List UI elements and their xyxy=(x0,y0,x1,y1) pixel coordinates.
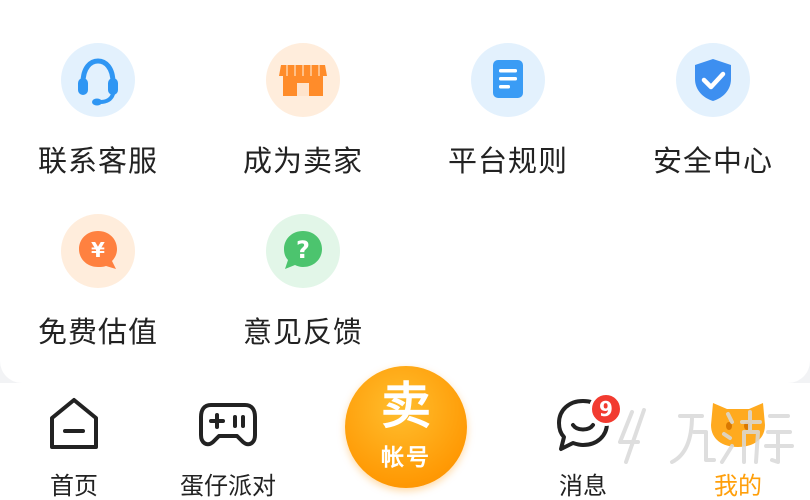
yuan-symbol: ¥ xyxy=(91,238,105,262)
headset-icon xyxy=(61,43,135,117)
tab-label: 首页 xyxy=(50,472,98,500)
service-label: 平台规则 xyxy=(447,144,568,178)
service-label: 成为卖家 xyxy=(242,144,363,178)
chat-bubble-icon xyxy=(518,395,648,455)
tab-eggy-party[interactable]: 蛋仔派对 xyxy=(163,383,293,500)
gamepad-icon xyxy=(163,395,293,455)
question-symbol: ? xyxy=(296,236,310,264)
cat-avatar-icon xyxy=(673,395,803,455)
unread-badge: 9 xyxy=(589,392,623,426)
tab-mine[interactable]: 我的 xyxy=(673,383,803,500)
service-label: 免费估值 xyxy=(37,315,158,349)
tab-label: 消息 xyxy=(559,472,607,500)
question-bubble-icon: ? xyxy=(266,214,340,288)
service-label: 安全中心 xyxy=(652,144,773,178)
service-label: 意见反馈 xyxy=(242,315,363,349)
tab-messages[interactable]: 消息 xyxy=(518,383,648,500)
home-icon xyxy=(9,395,139,455)
service-label: 联系客服 xyxy=(37,144,158,178)
tab-label: 我的 xyxy=(714,472,762,500)
yuan-bubble-icon: ¥ xyxy=(61,214,135,288)
service-free-valuation[interactable]: ¥ 免费估值 xyxy=(13,214,183,351)
service-contact-support[interactable]: 联系客服 xyxy=(13,43,183,180)
tab-home[interactable]: 首页 xyxy=(9,383,139,500)
shield-check-icon xyxy=(676,43,750,117)
store-icon xyxy=(266,43,340,117)
services-card: 联系客服 成为卖家 平台规则 安全中心 ¥ 免费估值 ? 意见反馈 xyxy=(0,0,810,383)
service-security-center[interactable]: 安全中心 xyxy=(628,43,798,180)
document-icon xyxy=(471,43,545,117)
service-feedback[interactable]: ? 意见反馈 xyxy=(218,214,388,351)
service-become-seller[interactable]: 成为卖家 xyxy=(218,43,388,180)
sell-button-sub: 帐号 xyxy=(381,445,431,471)
sell-button-main: 卖 xyxy=(381,377,431,435)
sell-account-button[interactable]: 卖 帐号 xyxy=(345,366,467,488)
service-platform-rules[interactable]: 平台规则 xyxy=(423,43,593,180)
tab-label: 蛋仔派对 xyxy=(180,472,276,500)
